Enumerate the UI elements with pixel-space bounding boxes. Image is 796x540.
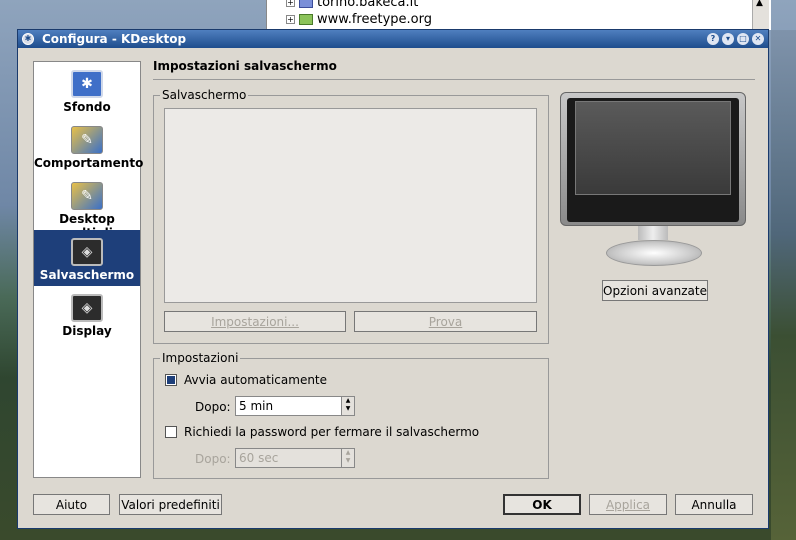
monitor-preview xyxy=(560,92,748,270)
background-icon: ✱ xyxy=(71,70,103,98)
background-scrollbar[interactable] xyxy=(752,0,769,30)
autostart-checkbox[interactable]: Avvia automaticamente xyxy=(165,373,327,387)
background-tree-item[interactable]: + www.freetype.org xyxy=(286,12,432,27)
timeout-spinbox[interactable]: 5 min ▲ ▼ xyxy=(235,396,355,416)
spin-arrows-icon[interactable]: ▲ ▼ xyxy=(341,449,354,467)
sidebar-item-label: Comportamento xyxy=(34,156,144,170)
folder-icon xyxy=(299,0,313,8)
sidebar-item-desktop-multipli[interactable]: ✎ Desktop multipli xyxy=(34,174,140,240)
maximize-icon[interactable]: □ xyxy=(737,33,749,45)
checkbox-checked-icon[interactable] xyxy=(165,374,177,386)
group-label: Salvaschermo xyxy=(160,88,249,102)
sidebar-item-sfondo[interactable]: ✱ Sfondo xyxy=(34,62,140,118)
help-button[interactable]: Aiuto xyxy=(33,494,110,515)
password-timeout-spinbox[interactable]: 60 sec ▲ ▼ xyxy=(235,448,355,468)
monitor-screen xyxy=(567,98,739,222)
screensaver-icon: ◈ xyxy=(71,238,103,266)
configure-window: ✱ Configura - KDesktop ? ▾ □ ✕ ✱ Sfondo … xyxy=(17,29,769,529)
preview-area xyxy=(575,101,731,195)
display-icon: ◈ xyxy=(71,294,103,322)
help-icon[interactable]: ? xyxy=(707,33,719,45)
spinbox-value: 60 sec xyxy=(239,451,279,465)
window-titlebar[interactable]: ✱ Configura - KDesktop ? ▾ □ ✕ xyxy=(18,30,768,48)
app-icon[interactable]: ✱ xyxy=(22,33,34,45)
desktop-background-strip xyxy=(771,30,796,540)
screensaver-list[interactable] xyxy=(164,108,537,303)
monitor-neck xyxy=(638,226,668,240)
apply-button[interactable]: Applica xyxy=(589,494,667,515)
sidebar-item-display[interactable]: ◈ Display xyxy=(34,286,140,342)
sidebar-item-label: Salvaschermo xyxy=(39,268,135,282)
sidebar-item-comportamento[interactable]: ✎ Comportamento xyxy=(34,118,144,174)
monitor-frame xyxy=(560,92,746,226)
shade-icon[interactable]: ▾ xyxy=(722,33,734,45)
title-divider xyxy=(153,79,755,80)
web-icon xyxy=(299,14,313,25)
checkbox-unchecked-icon[interactable] xyxy=(165,426,177,438)
multiple-desktops-icon: ✎ xyxy=(71,182,103,210)
close-icon[interactable]: ✕ xyxy=(752,33,764,45)
ok-button[interactable]: OK xyxy=(503,494,581,515)
group-label: Impostazioni xyxy=(160,351,241,365)
tree-item-label: torino.bakeca.it xyxy=(317,0,419,10)
background-tree-item[interactable]: + torino.bakeca.it xyxy=(286,0,418,10)
advanced-options-button[interactable]: Opzioni avanzate xyxy=(602,280,708,301)
spin-arrows-icon[interactable]: ▲ ▼ xyxy=(341,397,354,415)
sidebar: ✱ Sfondo ✎ Comportamento ✎ Desktop multi… xyxy=(33,61,144,478)
sidebar-item-label: Display xyxy=(62,324,112,338)
expand-icon[interactable]: + xyxy=(286,0,295,7)
after-label: Dopo: xyxy=(195,400,231,414)
screensaver-settings-button[interactable]: Impostazioni... xyxy=(164,311,346,332)
sidebar-item-label: Sfondo xyxy=(63,100,111,114)
checkbox-label: Richiedi la password per fermare il salv… xyxy=(184,425,480,439)
defaults-button[interactable]: Valori predefiniti xyxy=(119,494,222,515)
titlebar-buttons: ? ▾ □ ✕ xyxy=(707,33,764,45)
behavior-icon: ✎ xyxy=(71,126,103,154)
sidebar-item-salvaschermo[interactable]: ◈ Salvaschermo xyxy=(34,230,140,286)
expand-icon[interactable]: + xyxy=(286,15,295,24)
monitor-base xyxy=(606,240,702,266)
spinbox-value: 5 min xyxy=(239,399,274,413)
cancel-button[interactable]: Annulla xyxy=(675,494,753,515)
tree-item-label: www.freetype.org xyxy=(317,12,432,27)
window-title: Configura - KDesktop xyxy=(42,32,187,46)
password-after-label: Dopo: xyxy=(195,452,231,466)
checkbox-label: Avvia automaticamente xyxy=(184,373,328,387)
test-button[interactable]: Prova xyxy=(354,311,537,332)
page-title: Impostazioni salvaschermo xyxy=(153,59,337,73)
password-checkbox[interactable]: Richiedi la password per fermare il salv… xyxy=(165,425,479,439)
